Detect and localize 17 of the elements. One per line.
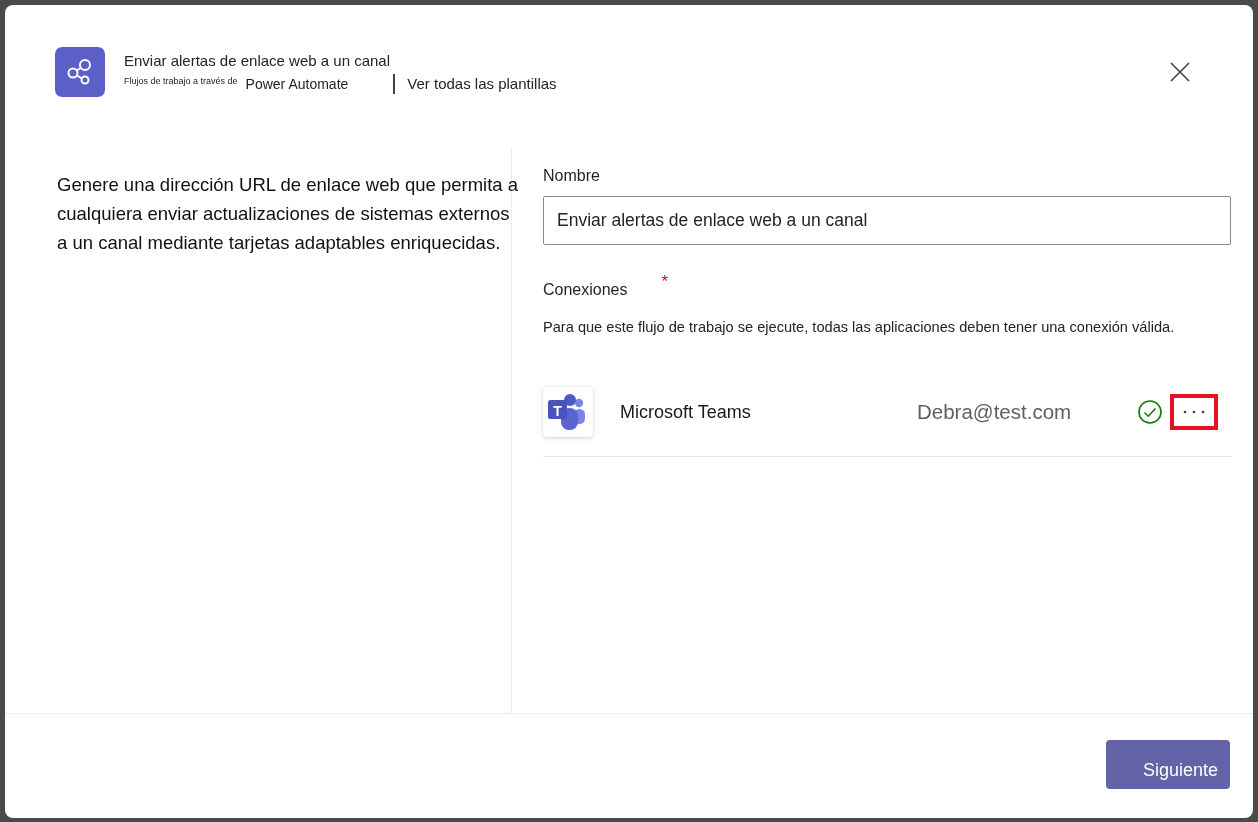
close-icon [1170, 62, 1190, 82]
next-button[interactable]: Siguiente [1106, 740, 1230, 789]
provider-name: Power Automate [245, 75, 349, 93]
account-email: Debra@test.com [917, 398, 1072, 425]
dialog-title: Enviar alertas de enlace web a un canal [124, 52, 391, 70]
share-icon [55, 47, 105, 97]
required-mark: * [661, 273, 669, 290]
provider-prefix: Flujos de trabajo a través de [124, 75, 238, 87]
name-input[interactable]: Enviar alertas de enlace web a un canal [543, 196, 1231, 245]
description-text: Genere una dirección URL de enlace web que permita a cualquiera enviar actualizaciones de sistemas externos a un canal mediante tarjetas adaptables enriquecidas. [57, 173, 520, 255]
close-button[interactable] [1170, 62, 1190, 82]
connections-note: Para que este flujo de trabajo se ejecute, todas las aplicaciones deben tener una conexión válida. [543, 318, 1176, 337]
name-label: Nombre [543, 167, 600, 184]
templates-link[interactable]: Ver todas las plantillas [407, 75, 557, 93]
connections-label: Conexiones [543, 280, 628, 300]
app-name: Microsoft Teams [620, 400, 752, 424]
more-options-button[interactable] [1170, 394, 1218, 430]
